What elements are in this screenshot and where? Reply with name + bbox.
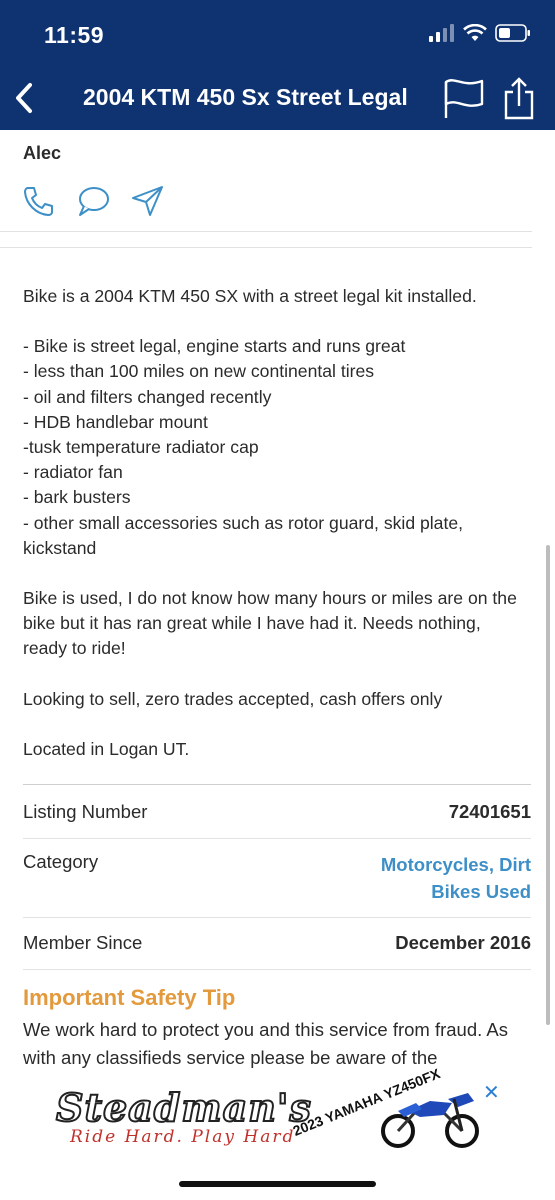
category-label: Category xyxy=(23,851,99,872)
home-indicator[interactable] xyxy=(179,1181,376,1187)
listing-number-value: 72401651 xyxy=(448,801,531,822)
chat-icon[interactable] xyxy=(76,184,110,218)
category-link[interactable]: Motorcycles, Dirt Bikes Used xyxy=(361,851,531,905)
description-terms: Looking to sell, zero trades accepted, c… xyxy=(23,688,443,709)
status-time: 11:59 xyxy=(44,22,105,48)
divider xyxy=(23,838,531,839)
listing-number-label: Listing Number xyxy=(23,801,148,822)
listing-description: Bike is a 2004 KTM 450 SX with a street … xyxy=(23,284,528,762)
ad-close-button[interactable]: ✕ xyxy=(483,1080,500,1105)
member-since-value: December 2016 xyxy=(395,932,531,953)
description-bullet: - less than 100 miles on new continental… xyxy=(23,361,375,382)
description-condition: Bike is used, I do not know how many hou… xyxy=(23,588,517,659)
description-bullet: - bark busters xyxy=(23,487,131,508)
call-icon[interactable] xyxy=(22,184,56,218)
share-icon[interactable] xyxy=(503,76,535,120)
nav-bar: 2004 KTM 450 Sx Street Legal xyxy=(0,70,555,130)
safety-tip-title: Important Safety Tip xyxy=(23,985,236,1010)
motorcycle-icon xyxy=(381,1093,479,1148)
safety-tip-body: We work hard to protect you and this ser… xyxy=(23,1019,508,1068)
battery-icon xyxy=(495,24,530,42)
description-bullet: - radiator fan xyxy=(23,462,123,483)
wifi-icon xyxy=(463,24,487,41)
divider xyxy=(23,917,531,918)
category-row: Category Motorcycles, Dirt Bikes Used xyxy=(23,851,531,905)
member-since-row: Member Since December 2016 xyxy=(23,932,531,954)
description-bullet: - other small accessories such as rotor … xyxy=(23,512,464,558)
divider xyxy=(23,784,531,785)
scrollbar[interactable] xyxy=(546,545,550,1025)
divider xyxy=(23,969,531,970)
signal-icon xyxy=(429,24,454,42)
app-header: 11:59 2004 KTM 450 Sx Street Legal xyxy=(0,0,555,130)
divider xyxy=(0,231,532,232)
divider xyxy=(0,247,532,248)
seller-name: Alec xyxy=(23,143,62,163)
status-bar: 11:59 xyxy=(0,0,555,70)
status-icons xyxy=(429,24,531,42)
description-bullet: - oil and filters changed recently xyxy=(23,386,272,407)
report-flag-icon[interactable] xyxy=(443,76,485,120)
ad-banner[interactable]: Steadman's Ride Hard. Play Hard 2023 YAM… xyxy=(48,1065,510,1155)
description-bullet: - Bike is street legal, engine starts an… xyxy=(23,336,406,357)
listing-title: 2004 KTM 450 Sx Street Legal xyxy=(83,84,408,110)
description-intro: Bike is a 2004 KTM 450 SX with a street … xyxy=(23,286,477,306)
listing-number-row: Listing Number 72401651 xyxy=(23,801,531,823)
ad-tagline: Ride Hard. Play Hard xyxy=(70,1127,296,1147)
back-chevron-icon[interactable] xyxy=(10,78,40,118)
member-since-label: Member Since xyxy=(23,932,143,953)
contact-actions xyxy=(22,184,164,218)
description-bullet: -tusk temperature radiator cap xyxy=(23,437,259,458)
description-bullet: - HDB handlebar mount xyxy=(23,411,208,432)
description-location: Located in Logan UT. xyxy=(23,738,190,759)
send-icon[interactable] xyxy=(130,184,164,218)
ad-logo: Steadman's xyxy=(55,1084,312,1131)
